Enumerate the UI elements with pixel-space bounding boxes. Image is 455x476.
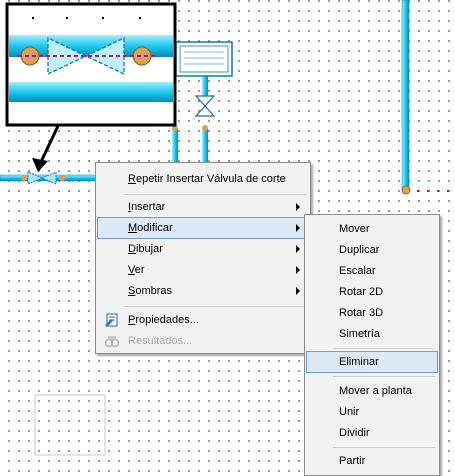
menu-item-label: Escalar xyxy=(339,265,376,277)
pipe-vertical-3 xyxy=(202,76,208,96)
pipe-joint xyxy=(21,175,27,181)
submenu-item-simetria[interactable]: Simetría xyxy=(307,324,437,344)
menu-item-label: odificar xyxy=(137,222,173,234)
results-icon xyxy=(105,336,119,348)
pipe-elbow-joint xyxy=(401,185,411,195)
menu-separator xyxy=(333,376,435,377)
menu-item-dibujar[interactable]: Dibujar xyxy=(98,239,308,259)
menu-item-label: Rotar 2D xyxy=(339,286,384,298)
menu-item-label: Eliminar xyxy=(339,356,379,368)
menu-item-modificar[interactable]: Modificar xyxy=(97,217,309,239)
menu-separator xyxy=(333,447,435,448)
pipe-joint xyxy=(202,125,208,131)
menu-item-label: V xyxy=(128,264,135,276)
callout-arrowhead xyxy=(32,158,48,172)
pump-icon[interactable] xyxy=(175,41,233,77)
menu-item-label: Resultados... xyxy=(128,335,193,347)
red-dotted-line xyxy=(417,190,449,192)
menu-item-label: Duplicar xyxy=(339,244,380,256)
submenu-item-escalar[interactable]: Escalar xyxy=(307,261,437,281)
chevron-right-icon xyxy=(296,224,300,232)
submenu-item-eliminar[interactable]: Eliminar xyxy=(306,351,438,373)
menu-item-label: Simetría xyxy=(339,328,380,340)
chevron-right-icon xyxy=(296,266,300,274)
menu-item-label: er xyxy=(134,264,145,276)
menu-separator xyxy=(124,194,306,195)
menu-item-label: Mover xyxy=(339,223,370,235)
chevron-right-icon xyxy=(296,287,300,295)
menu-item-label: ibujar xyxy=(135,243,163,255)
menu-separator xyxy=(333,348,435,349)
submenu-item-rotar-2d[interactable]: Rotar 2D xyxy=(307,282,437,302)
submenu-item-unir[interactable]: Unir xyxy=(307,402,437,422)
callout-arrow xyxy=(38,125,60,165)
pipe-joint xyxy=(59,175,65,181)
chevron-right-icon xyxy=(296,245,300,253)
menu-item-label: M xyxy=(128,222,138,234)
menu-item-label: Mover a planta xyxy=(339,385,412,397)
zoom-callout xyxy=(5,2,177,172)
menu-item-label: Rotar 3D xyxy=(339,307,384,319)
menu-item-label: Partir xyxy=(339,455,366,467)
menu-item-label: epetir Insertar Válvula de corte xyxy=(135,173,286,185)
menu-item-label: D xyxy=(128,243,136,255)
pipe-vertical-right xyxy=(401,0,410,193)
selection-rectangle xyxy=(34,394,106,456)
submenu-item-mover[interactable]: Mover xyxy=(307,219,437,239)
menu-item-propiedades[interactable]: Propiedades... xyxy=(98,310,308,330)
menu-item-resultados: Resultados... xyxy=(98,331,308,351)
menu-separator xyxy=(124,306,306,307)
pipe-vertical-2 xyxy=(202,128,208,166)
menu-item-repetir[interactable]: Repetir Insertar Válvula de corte xyxy=(98,169,308,189)
menu-item-label: Unir xyxy=(339,406,360,418)
shutoff-valve-vertical[interactable] xyxy=(194,95,216,117)
menu-item-label: nsertar xyxy=(131,201,166,213)
menu-item-sombras[interactable]: Sombras xyxy=(98,281,308,301)
submenu-item-duplicar[interactable]: Duplicar xyxy=(307,240,437,260)
shutoff-valve-small[interactable] xyxy=(27,171,57,185)
submenu-item-partir[interactable]: Partir xyxy=(307,451,437,471)
submenu-item-mover-a-planta[interactable]: Mover a planta xyxy=(307,381,437,401)
properties-icon xyxy=(105,313,118,327)
menu-item-insertar[interactable]: Insertar xyxy=(98,197,308,217)
valve-end-joint-right xyxy=(132,46,152,66)
context-menu: Repetir Insertar Válvula de corte Insert… xyxy=(95,162,311,354)
menu-item-label: ombras xyxy=(135,285,173,297)
submenu-item-dividir[interactable]: Dividir xyxy=(307,423,437,443)
menu-item-label: ropiedades... xyxy=(135,314,199,326)
submenu-modificar: Mover Duplicar Escalar Rotar 2D Rotar 3D… xyxy=(304,214,440,476)
chevron-right-icon xyxy=(296,203,300,211)
menu-item-label: R xyxy=(128,173,136,185)
submenu-item-rotar-3d[interactable]: Rotar 3D xyxy=(307,303,437,323)
menu-item-ver[interactable]: Ver xyxy=(98,260,308,280)
menu-item-label: Dividir xyxy=(339,427,370,439)
pipe-vertical-1 xyxy=(172,128,178,166)
valve-end-joint-left xyxy=(20,46,40,66)
